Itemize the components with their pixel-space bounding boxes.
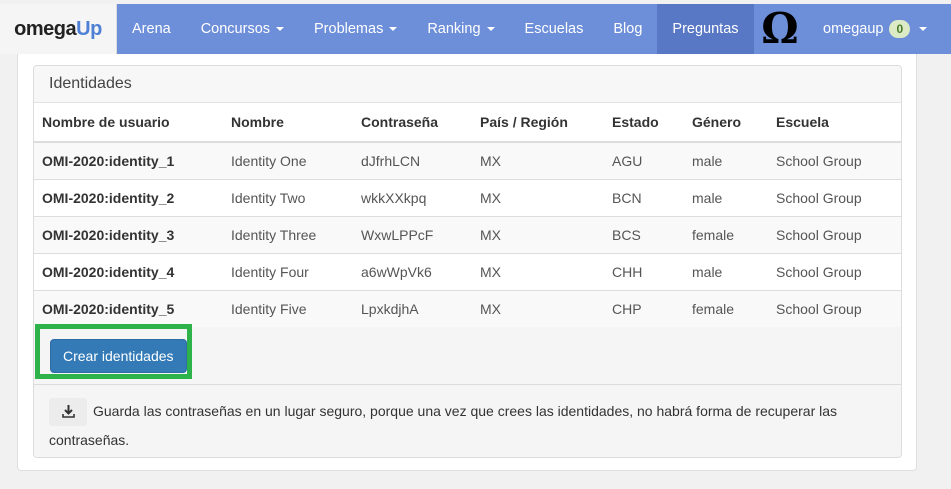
school-cell: School Group — [768, 141, 901, 180]
password-cell: WxwLPPcF — [353, 216, 472, 254]
table-row: OMI-2020:identity_1 Identity One dJfrhLC… — [34, 141, 901, 180]
school-cell: School Group — [768, 253, 901, 291]
nav-concursos-label: Concursos — [200, 21, 271, 37]
identities-table: Nombre de usuario Nombre Contraseña País… — [34, 103, 901, 327]
column-header: Nombre de usuario — [34, 103, 223, 143]
card-title: Identidades — [34, 66, 901, 103]
top-navbar: omega Up Arena Concursos Problemas Rankin… — [0, 4, 951, 54]
name-cell: Identity Three — [223, 216, 353, 254]
column-header: Nombre — [223, 103, 353, 143]
country-cell: MX — [472, 141, 604, 180]
nav-arena[interactable]: Arena — [117, 4, 186, 54]
nav-ranking-label: Ranking — [427, 21, 481, 37]
warning-text: Guarda las contraseñas en un lugar segur… — [49, 403, 838, 449]
country-cell: MX — [472, 216, 604, 254]
state-cell: AGU — [604, 141, 684, 180]
table-row: OMI-2020:identity_2 Identity Two wkkXXkp… — [34, 179, 901, 217]
gender-cell: female — [684, 216, 768, 254]
column-header: Escuela — [768, 103, 901, 143]
password-cell: LpxkdjhA — [353, 290, 472, 327]
table-header-row: Nombre de usuario Nombre Contraseña País… — [34, 103, 901, 143]
school-cell: School Group — [768, 216, 901, 254]
name-cell: Identity Four — [223, 253, 353, 291]
name-cell: Identity Five — [223, 290, 353, 327]
create-identities-button[interactable]: Crear identidades — [50, 339, 187, 373]
nav-blog-label: Blog — [613, 21, 643, 37]
state-cell: BCS — [604, 216, 684, 254]
column-header: Género — [684, 103, 768, 143]
table-row: OMI-2020:identity_5 Identity Five Lpxkdj… — [34, 290, 901, 327]
country-cell: MX — [472, 253, 604, 291]
gender-cell: female — [684, 290, 768, 327]
password-cell: a6wWpVk6 — [353, 253, 472, 291]
password-cell: dJfrhLCN — [353, 141, 472, 180]
gender-cell: male — [684, 141, 768, 180]
table-row: OMI-2020:identity_4 Identity Four a6wWpV… — [34, 253, 901, 291]
column-header: Contraseña — [353, 103, 472, 143]
brand-text-omega: omega — [14, 17, 77, 40]
divider — [34, 384, 901, 385]
state-cell: CHH — [604, 253, 684, 291]
brand-text-up: Up — [76, 17, 102, 40]
user-menu[interactable]: Ω omegaup 0 — [740, 4, 951, 54]
highlight-box: Crear identidades — [35, 324, 192, 379]
username-cell: OMI-2020:identity_2 — [34, 179, 223, 217]
nav-preguntas-label: Preguntas — [672, 21, 739, 37]
column-header: País / Región — [472, 103, 604, 143]
nav-escuelas-label: Escuelas — [524, 21, 584, 37]
column-header: Estado — [604, 103, 684, 143]
caret-down-icon[interactable] — [919, 27, 928, 31]
caret-down-icon — [389, 27, 398, 31]
gender-cell: male — [684, 179, 768, 217]
download-icon[interactable] — [49, 398, 87, 427]
password-cell: wkkXXkpq — [353, 179, 472, 217]
username-cell: OMI-2020:identity_1 — [34, 141, 223, 180]
nav-ranking[interactable]: Ranking — [412, 4, 509, 54]
state-cell: BCN — [604, 179, 684, 217]
nav-blog[interactable]: Blog — [598, 4, 657, 54]
school-cell: School Group — [768, 290, 901, 327]
state-cell: CHP — [604, 290, 684, 327]
username-cell: OMI-2020:identity_4 — [34, 253, 223, 291]
name-cell: Identity Two — [223, 179, 353, 217]
password-warning: Guarda las contraseñas en un lugar segur… — [49, 397, 889, 454]
username-cell: OMI-2020:identity_3 — [34, 216, 223, 254]
user-name: omegaup — [823, 21, 884, 37]
nav-problemas-label: Problemas — [314, 21, 384, 37]
nav-escuelas[interactable]: Escuelas — [510, 4, 599, 54]
username-cell: OMI-2020:identity_5 — [34, 290, 223, 327]
gender-cell: male — [684, 253, 768, 291]
notification-badge[interactable]: 0 — [889, 20, 911, 38]
school-cell: School Group — [768, 179, 901, 217]
table-row: OMI-2020:identity_3 Identity Three WxwLP… — [34, 216, 901, 254]
country-cell: MX — [472, 179, 604, 217]
caret-down-icon — [486, 27, 495, 31]
caret-down-icon — [276, 27, 285, 31]
omega-avatar-icon: Ω — [761, 4, 799, 53]
nav-problemas[interactable]: Problemas — [299, 4, 412, 54]
nav-concursos[interactable]: Concursos — [186, 4, 299, 54]
identities-card: Identidades Nombre de usuario Nombre Con… — [33, 65, 902, 458]
country-cell: MX — [472, 290, 604, 327]
card-footer: Crear identidades Guarda las contraseñas… — [34, 324, 901, 457]
name-cell: Identity One — [223, 141, 353, 180]
brand-logo[interactable]: omega Up — [0, 4, 117, 54]
nav-arena-label: Arena — [132, 21, 171, 37]
